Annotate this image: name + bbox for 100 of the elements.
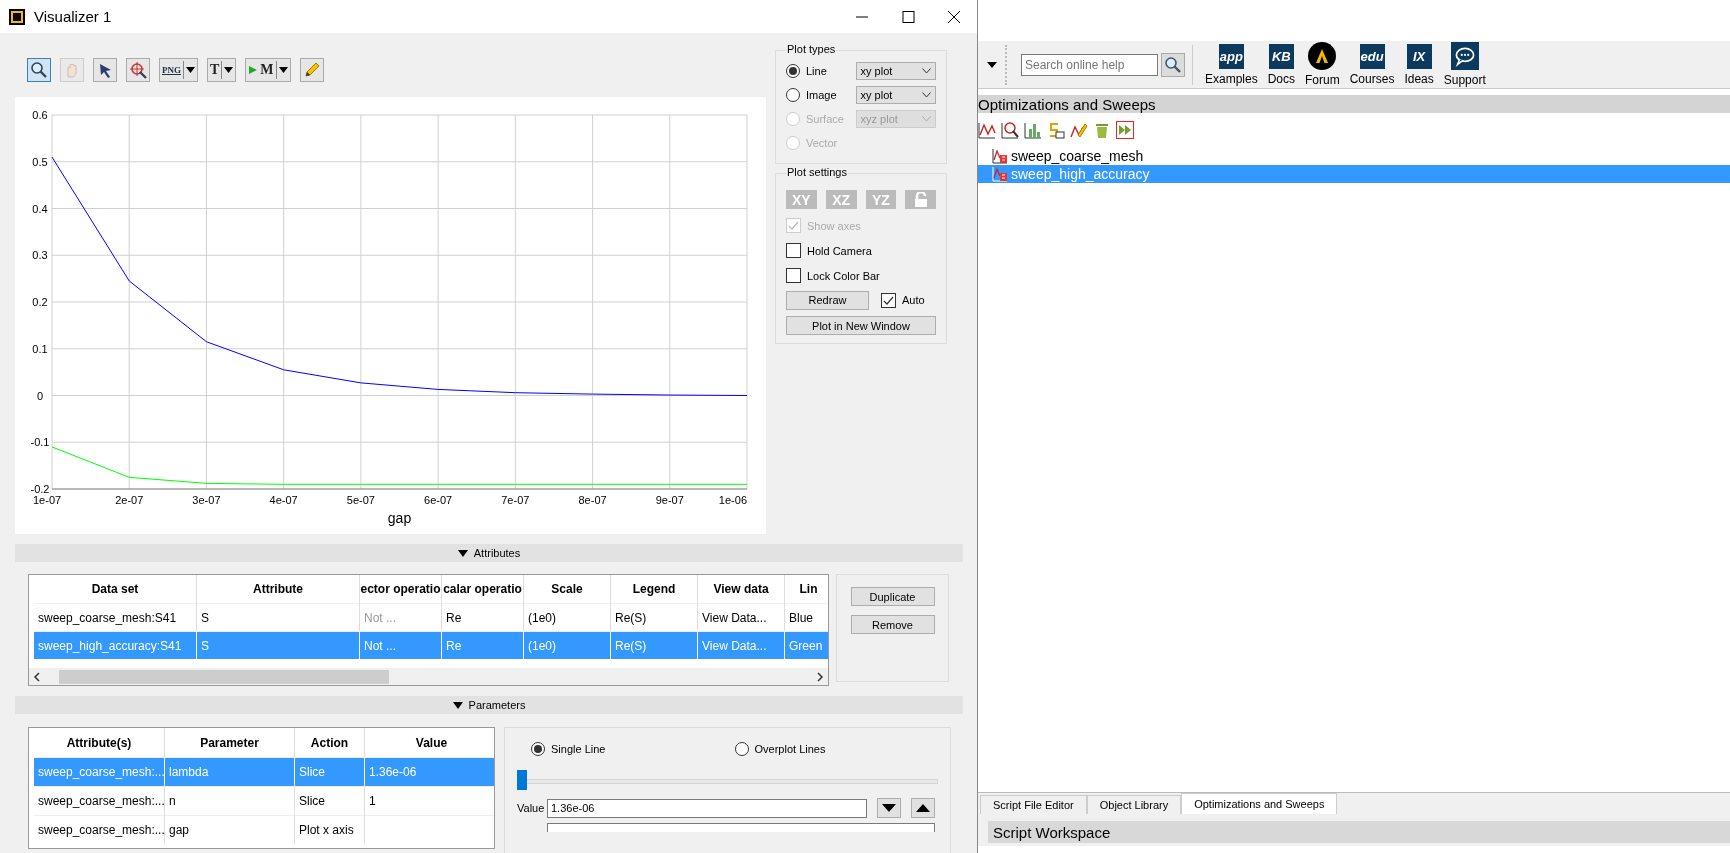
maximize-icon [900,8,916,25]
help-link[interactable]: KB Docs [1262,43,1301,86]
radio-button[interactable] [734,742,749,756]
column-header[interactable]: Attribute [197,575,360,603]
y-tick-label: -0.2 [30,483,50,495]
panel-title: Script Workspace [988,821,1730,843]
y-tick-label: -0.1 [30,436,50,449]
help-link[interactable]: IX Ideas [1399,43,1439,86]
radio-button[interactable] [786,64,800,78]
chevron-icon [922,68,931,74]
help-link[interactable]: Support [1438,42,1491,87]
x-tick-label: 5e-07 [346,494,375,506]
column-header[interactable]: ector operatio [360,575,442,603]
radio-label: Image [806,89,838,101]
y-tick-label: 0 [36,389,44,402]
pencil-button[interactable] [299,58,324,82]
run-icon[interactable] [1116,121,1134,139]
table-cell[interactable]: n [165,786,295,815]
scrollbar-thumb[interactable] [59,669,389,684]
text-tool-button[interactable]: T [207,58,237,82]
table-cell[interactable]: Slice [295,786,365,815]
y-tick-label: 0.3 [32,249,48,262]
down-triangle-icon [882,804,896,812]
help-link[interactable]: Forum [1300,42,1345,87]
scroll-right-icon [816,671,824,682]
sweep-icon [992,148,1008,164]
x-tick-label: 4e-07 [269,494,298,506]
redraw-button[interactable]: Redraw [786,290,869,310]
pointer-button[interactable] [93,58,117,82]
trash-icon[interactable] [1093,121,1111,139]
column-header[interactable]: calar operatio [442,575,524,603]
checkbox[interactable] [786,243,801,258]
marker-button[interactable]: M [245,58,291,82]
radio-button[interactable] [531,742,545,756]
decrease-button[interactable] [877,798,901,818]
tab[interactable]: Object Library [1086,795,1182,814]
export-button[interactable]: PNG [159,58,198,82]
x-tick-label: 9e-07 [655,494,684,506]
slider[interactable] [517,770,938,790]
input-field[interactable] [547,823,935,832]
tab[interactable]: Optimizations and Sweeps [1181,793,1338,814]
panel-title: Plot types [786,43,837,55]
badge-icon: app [1218,43,1244,69]
action-button[interactable]: Remove [850,615,935,634]
caret-icon [987,61,997,68]
column-header[interactable]: Legend [611,575,698,603]
plot-style-dropdown[interactable]: xy plot [855,62,936,80]
table-cell[interactable]: Plot x axis [295,815,365,844]
script-icon[interactable] [1047,121,1065,139]
table-cell[interactable]: gap [165,815,295,844]
plot-style-dropdown[interactable]: xy plot [855,86,936,104]
plot-zoom-icon[interactable] [1001,121,1019,139]
column-header[interactable]: View data [698,575,785,603]
table-cell[interactable]: 1 [365,786,494,815]
zoom-button[interactable] [27,58,51,82]
radio-button[interactable] [786,88,800,102]
chat-bubble-icon [1450,42,1479,70]
up-triangle-icon [916,804,930,812]
scroll-left-icon [33,671,41,682]
section-header[interactable]: Attributes [15,544,963,562]
section-header[interactable]: Parameters [15,696,963,714]
logo-icon [1308,42,1337,70]
column-header[interactable]: Data set [34,575,197,603]
caret-icon [186,67,195,73]
plot-in-new-window-button[interactable]: Plot in New Window [786,316,936,335]
column-header[interactable]: Lin [785,575,828,603]
caret-icon [278,67,288,73]
increase-button[interactable] [911,798,935,818]
search-field[interactable]: Search online help [1021,53,1158,76]
app-logo-icon [9,8,25,25]
x-axis-label: gap [387,510,412,526]
action-button[interactable]: Duplicate [850,587,935,606]
search-button[interactable] [1161,52,1185,77]
search-icon [1164,55,1182,74]
y-tick-label: 0.4 [32,202,48,215]
close-icon [946,8,962,25]
collapse-triangle-icon [457,549,468,557]
checkbox[interactable] [881,292,896,308]
target-button[interactable] [126,58,150,82]
table-cell[interactable]: sweep_coarse_mesh:... [34,786,165,815]
checkbox-label: Show axes [807,219,861,232]
line-plot-icon[interactable] [978,121,996,139]
value-field[interactable]: 1.36e-06 [547,798,867,818]
checkbox[interactable] [786,268,801,283]
slider-thumb[interactable] [517,770,527,790]
chevron-icon [922,92,931,98]
help-link[interactable]: app Examples [1200,43,1263,86]
y-tick-label: 0.2 [32,296,48,308]
column-header[interactable]: Scale [524,575,611,603]
table-cell[interactable]: sweep_coarse_mesh:... [34,815,165,844]
x-tick-label: 2e-07 [115,494,144,506]
target-zoom-icon [129,61,147,79]
horizontal-scrollbar[interactable] [29,668,828,685]
tab[interactable]: Script File Editor [980,795,1087,814]
edit-plot-icon[interactable] [1070,121,1088,139]
tree-item[interactable]: sweep_coarse_mesh [978,147,1730,165]
x-tick-label: 1e-06 [718,494,747,506]
checkbox-label: Auto [902,294,925,306]
help-link[interactable]: edu Courses [1344,43,1400,86]
histogram-icon[interactable] [1024,121,1042,139]
